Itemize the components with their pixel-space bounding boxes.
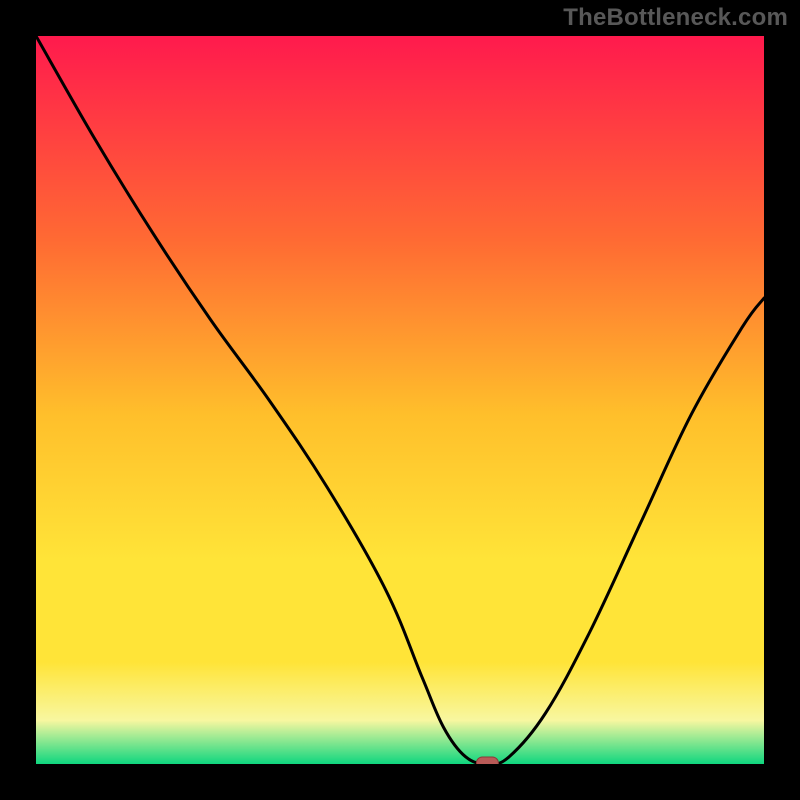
gradient-background [36,36,764,764]
plot-area [36,36,764,764]
watermark-label: TheBottleneck.com [563,4,788,32]
optimum-marker [476,757,498,764]
bottleneck-chart [36,36,764,764]
chart-container: TheBottleneck.com [0,0,800,800]
